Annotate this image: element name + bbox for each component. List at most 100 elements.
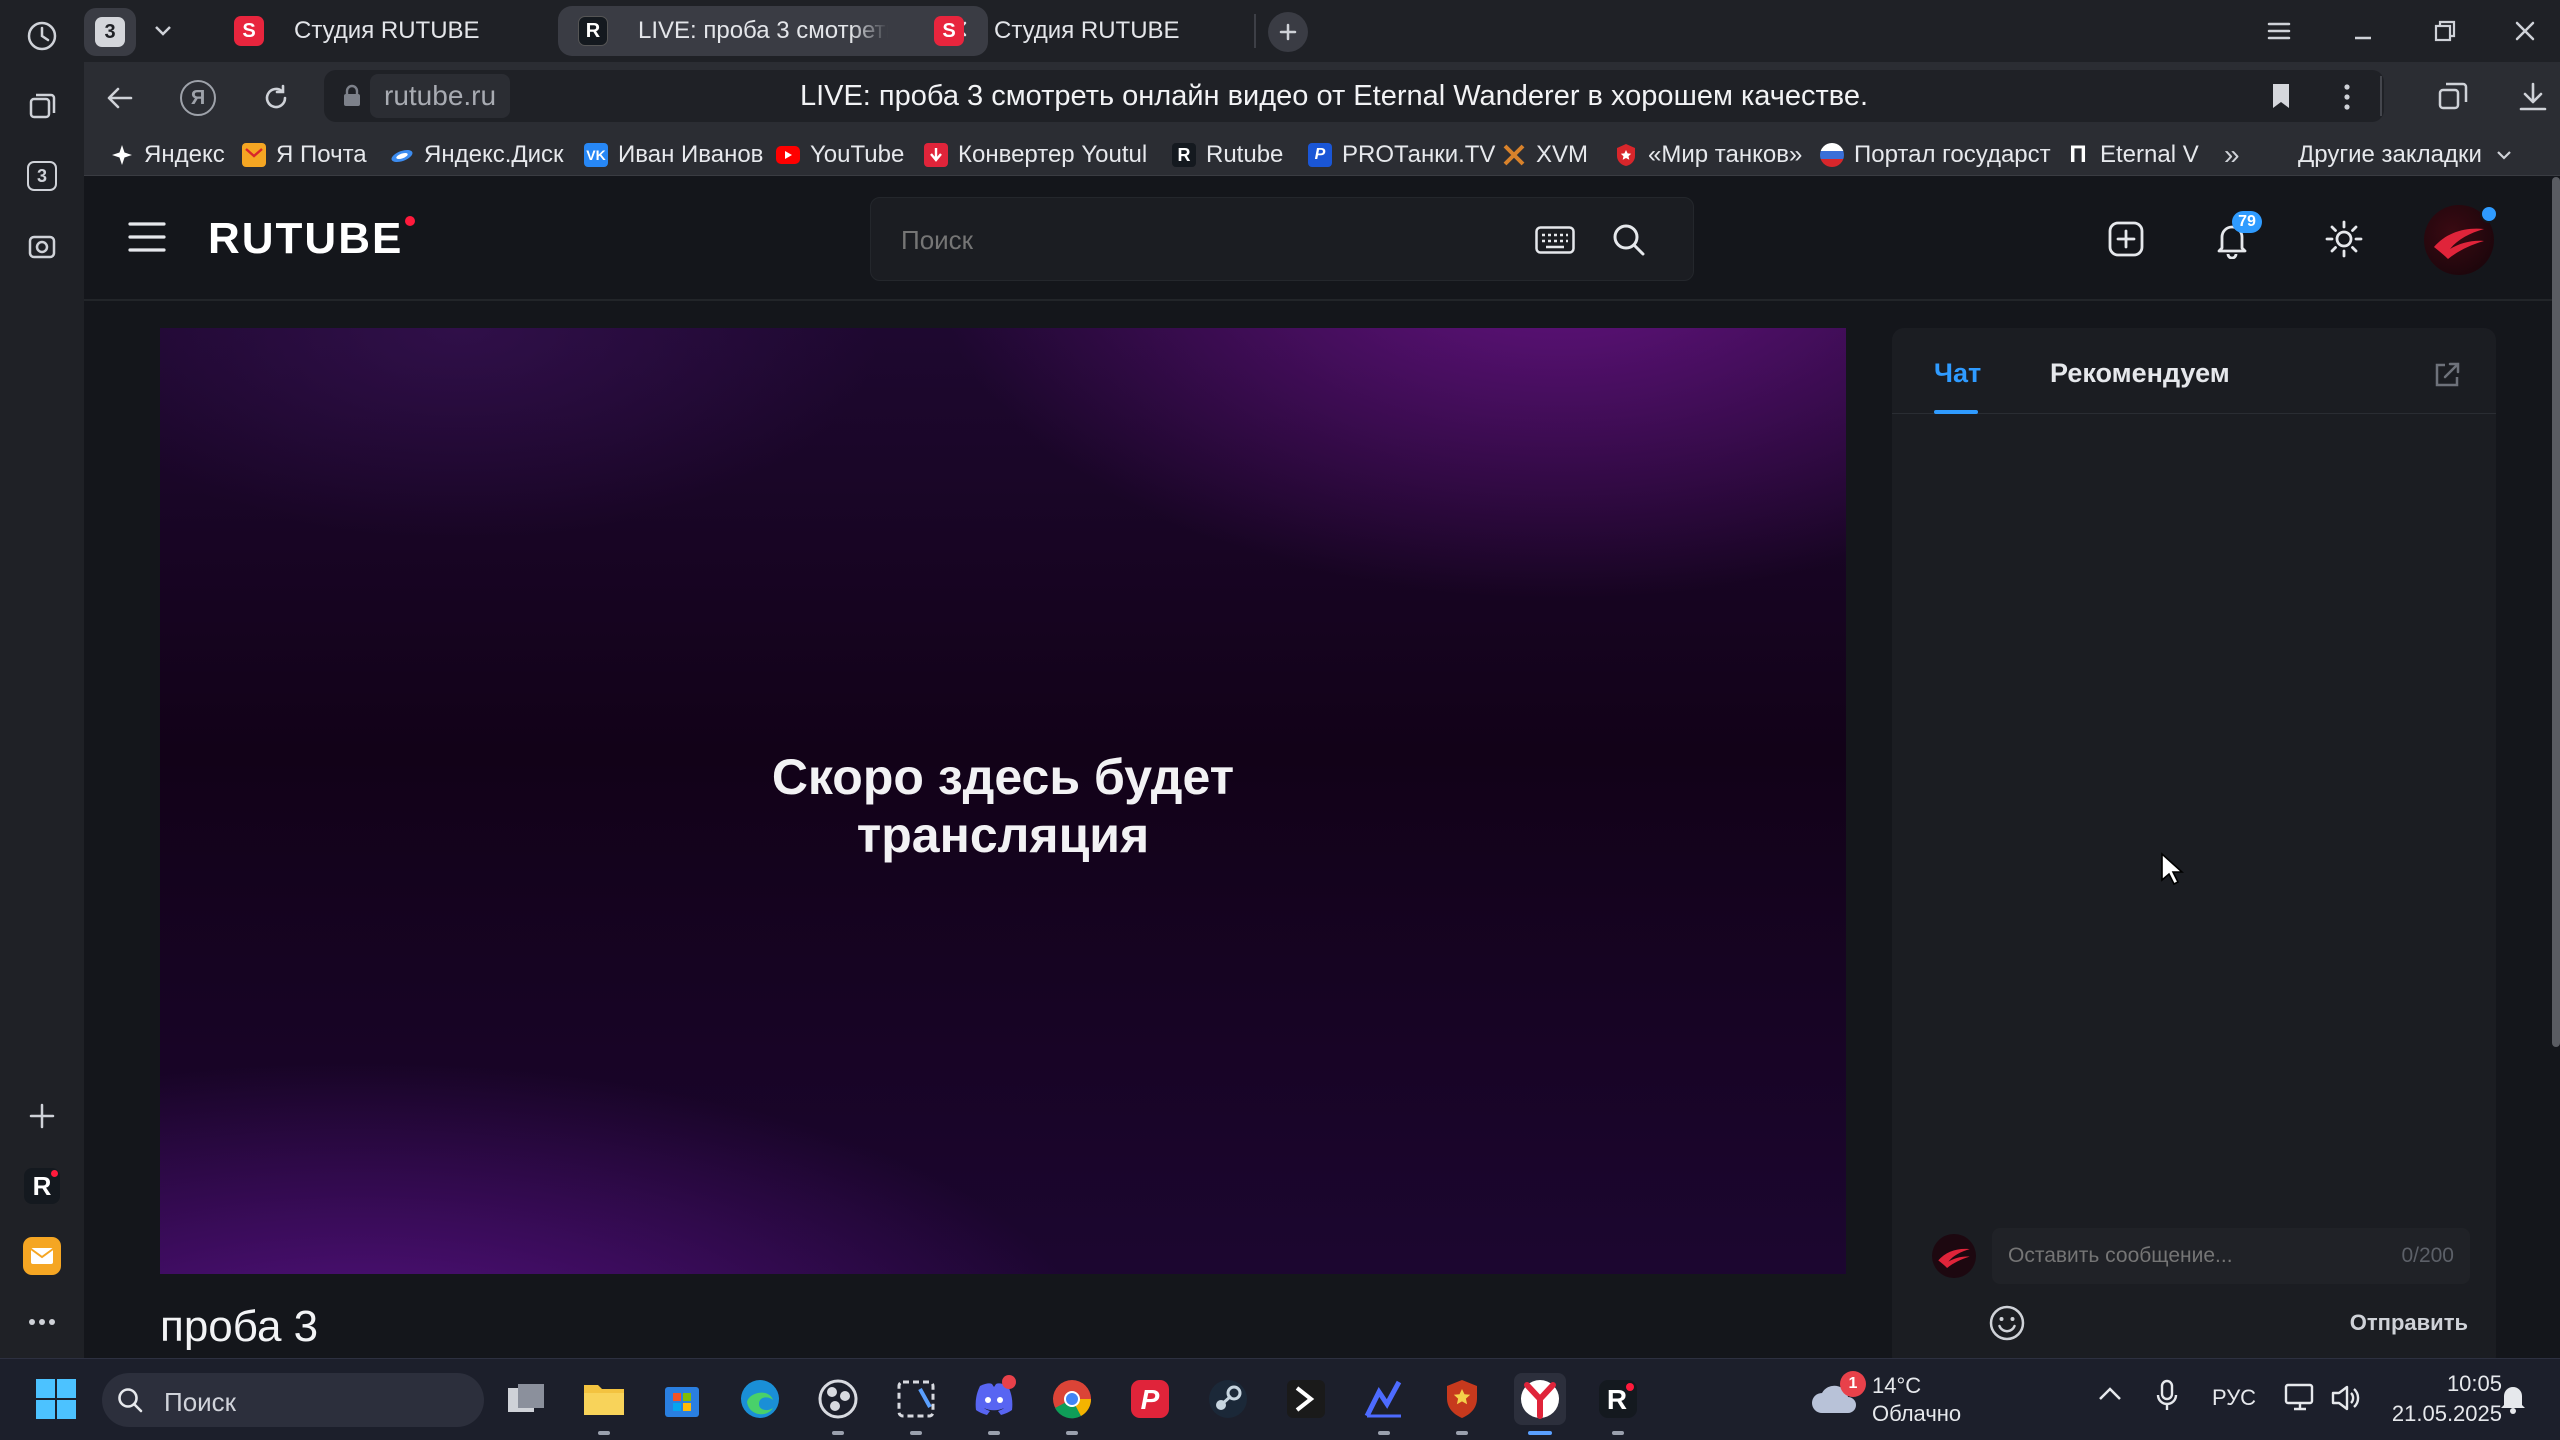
placeholder-line-2: трансляция: [856, 807, 1150, 863]
bookmark-mirtankov[interactable]: «Мир танков»: [1614, 140, 1802, 170]
game-app-icon[interactable]: [1436, 1373, 1488, 1435]
clock[interactable]: 10:05 21.05.2025: [2380, 1371, 2502, 1427]
placeholder-line-1: Скоро здесь будет: [771, 749, 1235, 805]
restore-icon[interactable]: [2430, 16, 2460, 46]
collections-add-icon[interactable]: [2436, 80, 2470, 114]
bookmark-label: Rutube: [1206, 141, 1284, 168]
network-icon[interactable]: [2284, 1383, 2316, 1413]
emoji-icon[interactable]: [1988, 1304, 2026, 1342]
video-player[interactable]: Скоро здесь будет трансляция: [160, 328, 1846, 1274]
add-panel-icon[interactable]: [20, 1094, 64, 1138]
close-window-icon[interactable]: [2510, 16, 2540, 46]
tab-title: LIVE: проба 3 смотреть: [638, 17, 888, 44]
taskbar-search[interactable]: Поиск: [102, 1373, 484, 1427]
yandex-icon[interactable]: Я: [180, 80, 216, 116]
minimize-icon[interactable]: [2348, 16, 2378, 46]
task-view-icon[interactable]: [500, 1373, 552, 1425]
search-box[interactable]: [870, 197, 1694, 281]
discord-icon[interactable]: [968, 1373, 1020, 1435]
tab-studio-1[interactable]: S Студия RUTUBE: [214, 6, 554, 56]
bookmark-yandex[interactable]: Яндекс: [110, 140, 225, 170]
send-button[interactable]: Отправить: [2350, 1310, 2468, 1336]
browser-side-rail: 3 R: [0, 0, 84, 1358]
bookmark-eternal[interactable]: П Eternal V: [2066, 140, 2206, 170]
search-icon[interactable]: [1611, 222, 1647, 258]
youtube-icon: [776, 146, 800, 164]
page-title-display[interactable]: LIVE: проба 3 смотреть онлайн видео от E…: [564, 70, 2104, 122]
windows-taskbar: Поиск P R 1 14°C Облачно РУС 10:05 21.05…: [0, 1358, 2560, 1440]
tab-studio-2[interactable]: S Студия RUTUBE: [914, 6, 1254, 56]
app-p-icon[interactable]: P: [1124, 1373, 1176, 1425]
hamburger-menu-icon[interactable]: [128, 221, 166, 253]
rutube-app-icon[interactable]: R: [1592, 1373, 1644, 1435]
more-icon[interactable]: [20, 1300, 64, 1344]
rutube-panel-icon[interactable]: R: [20, 1164, 64, 1208]
edge-icon[interactable]: [734, 1373, 786, 1425]
weather-widget[interactable]: 1 14°C Облачно: [1810, 1371, 2030, 1429]
snipping-tool-icon[interactable]: [890, 1373, 942, 1435]
store-icon[interactable]: [656, 1373, 708, 1425]
tray-chevron-up-icon[interactable]: [2098, 1385, 2122, 1401]
chat-message-input[interactable]: 0/200: [1992, 1228, 2470, 1284]
kebab-menu-icon[interactable]: [2342, 82, 2352, 112]
char-counter: 0/200: [2401, 1244, 2454, 1267]
rutube-logo[interactable]: RUTUBE: [208, 213, 416, 265]
microphone-icon[interactable]: [2156, 1379, 2178, 1413]
theme-toggle-icon[interactable]: [2324, 219, 2364, 259]
chat-message-field[interactable]: [2008, 1240, 2368, 1272]
bookmark-disk[interactable]: Яндекс.Диск: [390, 140, 564, 170]
notification-center-icon[interactable]: [2498, 1383, 2528, 1415]
bookmark-youtube[interactable]: YouTube: [776, 140, 904, 170]
tab-divider: [1254, 14, 1256, 48]
bookmarks-overflow-button[interactable]: »: [2224, 139, 2240, 170]
rutube-page: RUTUBE 79 Скоро здесь буд: [84, 177, 2552, 1358]
bookmark-vk[interactable]: VK Иван Иванов: [584, 140, 763, 170]
mail-panel-icon[interactable]: [20, 1234, 64, 1278]
terminal-app-icon[interactable]: [1280, 1373, 1332, 1425]
chevron-down-icon[interactable]: [146, 14, 180, 48]
bookmark-icon[interactable]: [2270, 82, 2292, 110]
start-button[interactable]: [30, 1373, 82, 1425]
popout-chat-icon[interactable]: [2432, 360, 2462, 390]
page-scrollbar[interactable]: [2552, 177, 2560, 1047]
tab-group-button[interactable]: 3: [84, 8, 136, 56]
reload-icon[interactable]: [260, 82, 292, 114]
converter-icon: [924, 143, 948, 167]
address-bar[interactable]: rutube.ru LIVE: проба 3 смотреть онлайн …: [324, 70, 2384, 122]
bookmark-label: XVM: [1536, 141, 1589, 168]
notifications-icon[interactable]: 79: [2214, 211, 2262, 259]
file-explorer-icon[interactable]: [578, 1373, 630, 1435]
tab-counter-button[interactable]: 3: [20, 154, 64, 198]
tab-chat[interactable]: Чат: [1934, 358, 1981, 389]
volume-icon[interactable]: [2330, 1383, 2362, 1413]
download-icon[interactable]: [2516, 80, 2550, 114]
bookmark-mail[interactable]: Я Почта: [242, 140, 367, 170]
yandex-browser-icon[interactable]: [1514, 1373, 1566, 1435]
language-indicator[interactable]: РУС: [2212, 1385, 2256, 1411]
history-icon[interactable]: [20, 14, 64, 58]
bookmark-protanki[interactable]: P PROТанки.TV: [1308, 140, 1495, 170]
lock-icon[interactable]: [342, 84, 362, 108]
chrome-icon[interactable]: [1046, 1373, 1098, 1435]
tab-group-counter: 3: [95, 17, 125, 47]
bookmark-xvm[interactable]: XVM: [1502, 140, 1588, 170]
collections-icon[interactable]: [20, 84, 64, 128]
new-tab-button[interactable]: [1268, 12, 1308, 52]
studio-favicon-icon: S: [234, 16, 264, 46]
bookmark-rutube[interactable]: R Rutube: [1172, 140, 1283, 170]
stats-app-icon[interactable]: [1358, 1373, 1410, 1435]
rutube-icon: R: [1172, 143, 1196, 167]
upload-video-icon[interactable]: [2108, 221, 2144, 257]
search-input[interactable]: [901, 220, 1461, 260]
back-icon[interactable]: [104, 82, 136, 114]
other-bookmarks-button[interactable]: Другие закладки: [2298, 140, 2512, 170]
obs-icon[interactable]: [812, 1373, 864, 1435]
screenshot-icon[interactable]: [20, 224, 64, 268]
chat-tabs: Чат Рекомендуем: [1892, 328, 2496, 414]
keyboard-icon[interactable]: [1535, 226, 1575, 254]
steam-icon[interactable]: [1202, 1373, 1254, 1425]
tab-recommended[interactable]: Рекомендуем: [2050, 358, 2230, 389]
browser-menu-icon[interactable]: [2264, 16, 2294, 46]
weather-desc: Облачно: [1872, 1401, 1962, 1426]
domain-chip[interactable]: rutube.ru: [370, 74, 511, 118]
